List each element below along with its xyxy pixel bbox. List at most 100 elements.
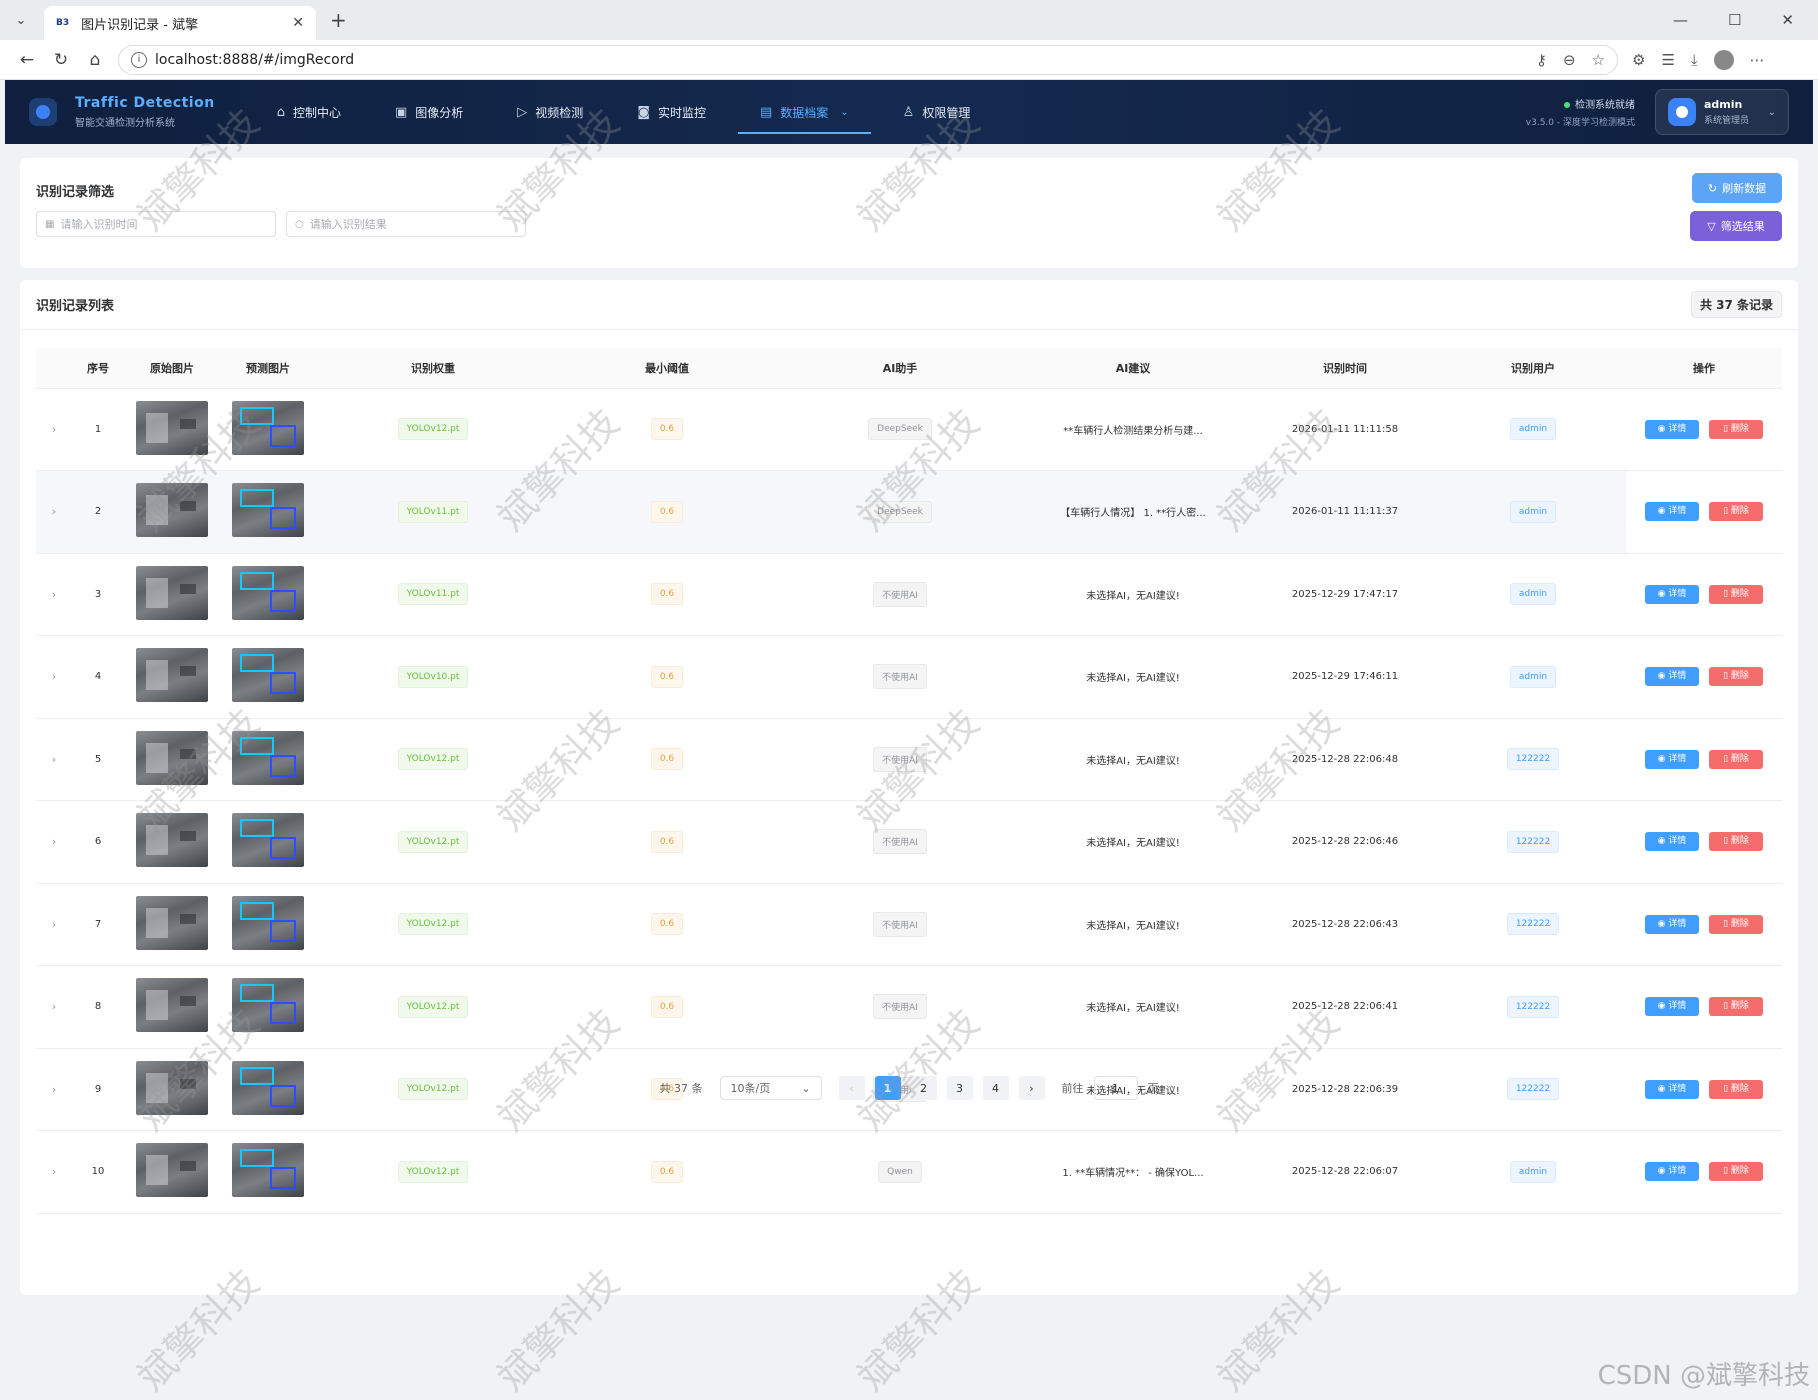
chevron-right-icon[interactable]: › (52, 505, 56, 518)
predicted-image-thumbnail[interactable] (232, 400, 304, 455)
more-icon[interactable]: ⋯ (1750, 51, 1765, 69)
delete-button[interactable]: ▯ 删除 (1709, 832, 1763, 852)
zoom-icon[interactable]: ⊖ (1563, 51, 1576, 69)
original-image-thumbnail[interactable] (136, 730, 208, 785)
original-image-thumbnail[interactable] (136, 400, 208, 455)
close-tab-icon[interactable]: ✕ (292, 15, 304, 31)
weight-tag: YOLOv12.pt (397, 1160, 469, 1183)
reload-icon[interactable]: ↻ (44, 50, 78, 70)
result-search-input[interactable]: ○ 请输入识别结果 (286, 211, 526, 237)
menu-item-video-detection[interactable]: ▷ 视频检测 (495, 80, 605, 144)
original-image-thumbnail[interactable] (136, 813, 208, 868)
ai-advice-cell: 1. **车辆情况**： - 确保YOL... (1016, 1130, 1250, 1214)
original-image-thumbnail[interactable] (136, 483, 208, 538)
delete-button[interactable]: ▯ 删除 (1709, 419, 1763, 439)
delete-button[interactable]: ▯ 删除 (1709, 502, 1763, 522)
predicted-image-thumbnail[interactable] (232, 895, 304, 950)
table-row: › 7 YOLOv12.pt 0.6 不使用AI 未选择AI，无AI建议! 2025-12-… (36, 883, 1782, 966)
eye-icon: ◉ (1657, 423, 1669, 434)
page-size-select[interactable]: 10条/页 ⌄ (719, 1076, 822, 1100)
delete-button[interactable]: ▯ 删除 (1709, 584, 1763, 604)
page-button-2[interactable]: 2 (910, 1076, 937, 1100)
menu-item-data-archive[interactable]: ▤ 数据档案 ⌄ (737, 80, 871, 144)
search-icon: ○ (295, 218, 304, 230)
original-image-thumbnail[interactable] (136, 978, 208, 1033)
table-row: › 3 YOLOv11.pt 0.6 不使用AI 未选择AI，无AI建议! 2025-12-… (36, 553, 1782, 636)
prev-page-button[interactable]: ‹ (838, 1076, 865, 1100)
url-field[interactable]: i localhost:8888/#/imgRecord ⚷ ⊖ ☆ (118, 44, 1618, 75)
filter-button[interactable]: ▽ 筛选结果 (1690, 211, 1782, 241)
predicted-image-thumbnail[interactable] (232, 730, 304, 785)
predicted-image-thumbnail[interactable] (232, 978, 304, 1033)
menu-item-control-center[interactable]: ⌂ 控制中心 (255, 80, 363, 144)
page-button-4[interactable]: 4 (982, 1076, 1009, 1100)
predicted-image-thumbnail[interactable] (232, 565, 304, 620)
detail-button[interactable]: ◉ 详情 (1645, 667, 1699, 687)
download-icon[interactable]: ⤓ (1691, 51, 1698, 69)
chevron-right-icon[interactable]: › (52, 423, 56, 436)
site-info-icon[interactable]: i (131, 51, 147, 68)
delete-button[interactable]: ▯ 删除 (1709, 1162, 1763, 1182)
star-icon[interactable]: ☆ (1592, 51, 1605, 69)
delete-button[interactable]: ▯ 删除 (1709, 914, 1763, 934)
chevron-right-icon[interactable]: › (52, 1000, 56, 1013)
chevron-right-icon[interactable]: › (52, 835, 56, 848)
browser-tab[interactable]: B3 图片识别记录 - 斌擎 ✕ (44, 6, 316, 40)
delete-button[interactable]: ▯ 删除 (1709, 749, 1763, 769)
original-image-thumbnail[interactable] (136, 895, 208, 950)
minimize-icon[interactable]: — (1673, 11, 1688, 29)
tab-list-icon[interactable]: ⌄ (8, 7, 34, 33)
page-button-3[interactable]: 3 (946, 1076, 973, 1100)
extensions-icon[interactable]: ⚙ (1632, 51, 1645, 69)
original-image-cell (124, 1130, 220, 1214)
predicted-image-thumbnail[interactable] (232, 813, 304, 868)
filter-label: 筛选结果 (1720, 220, 1765, 233)
actions-cell: ◉ 详情 ▯ 删除 (1626, 883, 1782, 966)
play-icon: ▷ (517, 104, 528, 120)
menu-item-realtime-monitor[interactable]: ◙ 实时监控 (615, 80, 728, 144)
time-search-input[interactable]: ▦ 请输入识别时间 (36, 211, 276, 237)
maximize-icon[interactable]: ☐ (1728, 11, 1741, 29)
detail-button[interactable]: ◉ 详情 (1645, 419, 1699, 439)
detail-button[interactable]: ◉ 详情 (1645, 914, 1699, 934)
refresh-button[interactable]: ↻ 刷新数据 (1692, 173, 1782, 203)
goto-page-input[interactable]: 1 (1093, 1076, 1138, 1100)
page-button-1[interactable]: 1 (874, 1076, 901, 1100)
detail-button[interactable]: ◉ 详情 (1645, 1162, 1699, 1182)
new-tab-icon[interactable]: + (330, 8, 347, 32)
close-window-icon[interactable]: ✕ (1781, 11, 1794, 29)
original-image-thumbnail[interactable] (136, 648, 208, 703)
detail-button[interactable]: ◉ 详情 (1645, 502, 1699, 522)
menu-item-image-analysis[interactable]: ▣ 图像分析 (373, 80, 485, 144)
user-menu[interactable]: admin 系统管理员 ⌄ (1655, 89, 1789, 135)
row-number: 8 (72, 965, 124, 1049)
detail-button[interactable]: ◉ 详情 (1645, 584, 1699, 604)
predicted-image-thumbnail[interactable] (232, 648, 304, 703)
detail-button[interactable]: ◉ 详情 (1645, 749, 1699, 769)
predicted-image-thumbnail[interactable] (232, 1143, 304, 1198)
predicted-image-thumbnail[interactable] (232, 483, 304, 538)
delete-button[interactable]: ▯ 删除 (1709, 997, 1763, 1017)
weight-cell: YOLOv12.pt (316, 800, 550, 884)
key-icon[interactable]: ⚷ (1536, 51, 1547, 69)
delete-button[interactable]: ▯ 删除 (1709, 667, 1763, 687)
menu-item-permissions[interactable]: ♙ 权限管理 (881, 80, 993, 144)
favorites-icon[interactable]: ☰ (1661, 51, 1674, 69)
chevron-right-icon[interactable]: › (52, 918, 56, 931)
trash-icon: ▯ (1723, 1166, 1731, 1177)
chevron-right-icon[interactable]: › (52, 753, 56, 766)
chevron-right-icon[interactable]: › (52, 670, 56, 683)
page-suffix: 页 (1147, 1082, 1159, 1095)
chevron-right-icon[interactable]: › (52, 1165, 56, 1178)
predicted-image-cell (220, 553, 316, 636)
detail-button[interactable]: ◉ 详情 (1645, 832, 1699, 852)
detail-button[interactable]: ◉ 详情 (1645, 997, 1699, 1017)
original-image-thumbnail[interactable] (136, 565, 208, 620)
next-page-button[interactable]: › (1018, 1076, 1045, 1100)
threshold-tag: 0.6 (650, 995, 684, 1018)
home-browser-icon[interactable]: ⌂ (78, 50, 112, 70)
original-image-thumbnail[interactable] (136, 1143, 208, 1198)
back-icon[interactable]: ← (10, 50, 44, 70)
profile-avatar[interactable] (1713, 49, 1734, 70)
chevron-right-icon[interactable]: › (52, 588, 56, 601)
